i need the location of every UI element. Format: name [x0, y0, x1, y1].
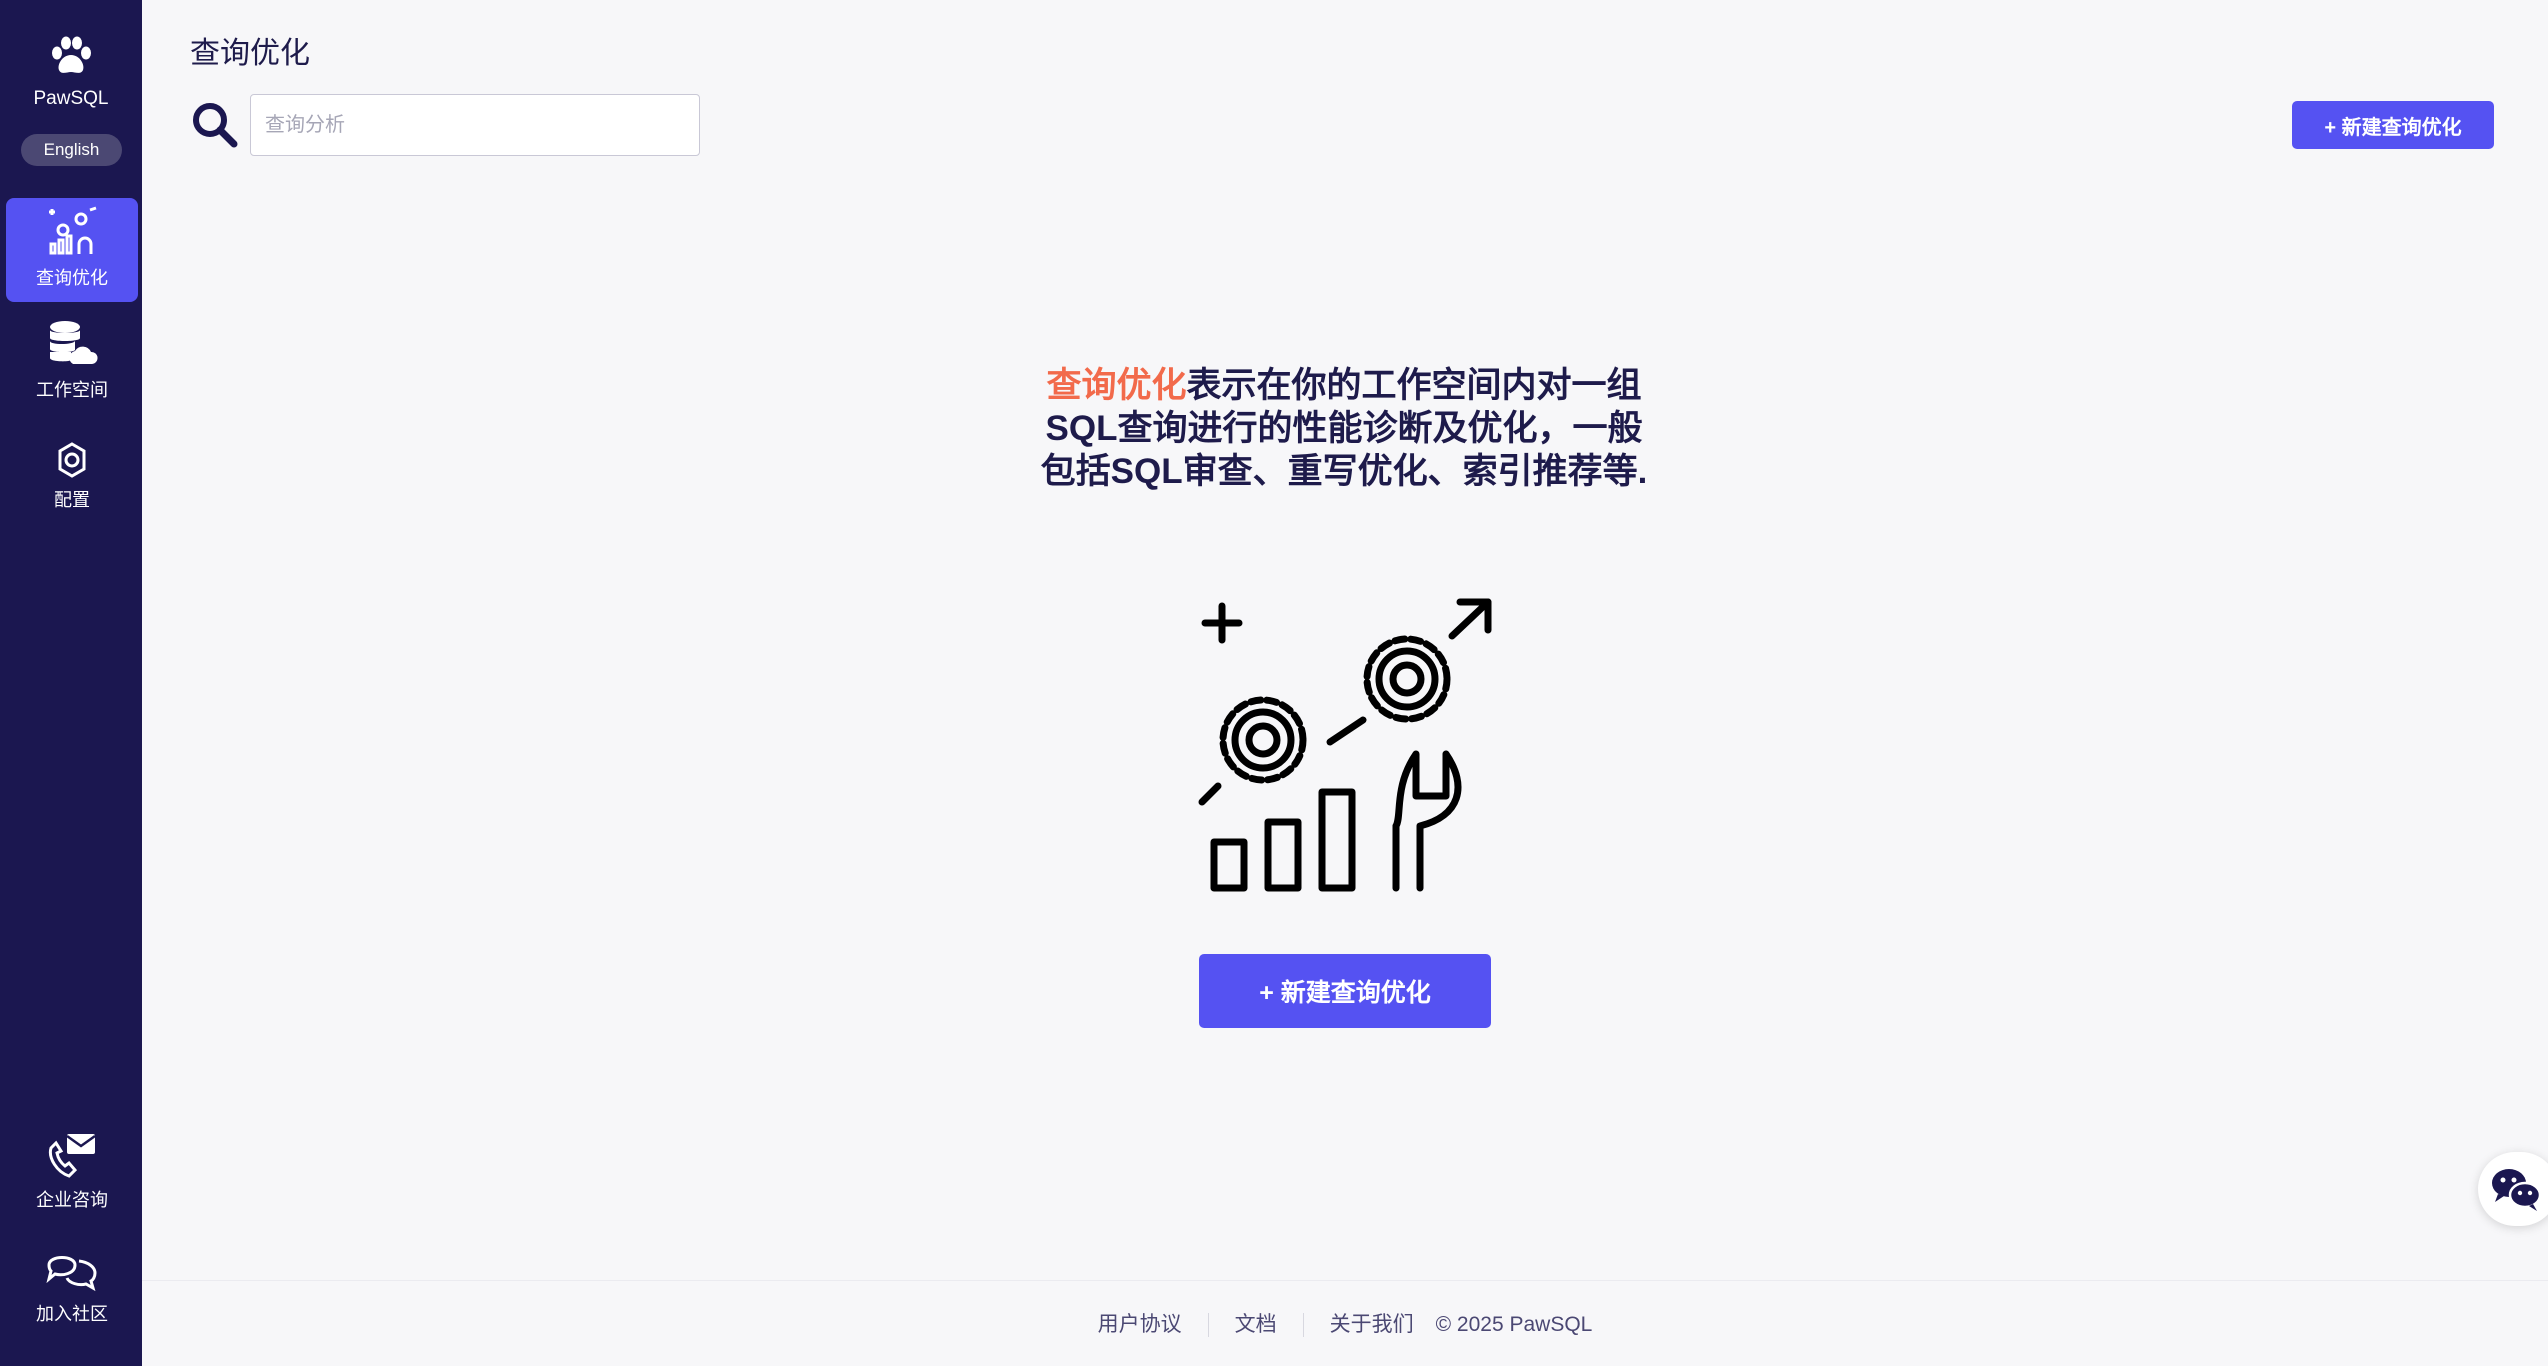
- empty-state-description: 查询优化表示在你的工作空间内对一组SQL查询进行的性能诊断及优化，一般包括SQL…: [1040, 364, 1648, 493]
- app-logo[interactable]: PawSQL: [0, 36, 142, 110]
- copyright: © 2025 PawSQL: [1435, 1313, 1593, 1336]
- footer: 用户协议 文档 关于我们 © 2025 PawSQL: [142, 1308, 2548, 1338]
- footer-link-about-us[interactable]: 关于我们: [1330, 1313, 1414, 1336]
- footer-divider: [142, 1280, 2548, 1281]
- sidebar-item-workspace[interactable]: 工作空间: [6, 318, 138, 408]
- sidebar-item-label: 企业咨询: [36, 1190, 108, 1210]
- wechat-icon: [2492, 1169, 2542, 1211]
- chat-bubbles-icon: [46, 1256, 97, 1292]
- footer-separator: [1302, 1313, 1304, 1338]
- footer-link-docs[interactable]: 文档: [1235, 1313, 1277, 1336]
- wechat-chat-button[interactable]: [2478, 1152, 2548, 1226]
- empty-state-highlight: 查询优化: [1046, 366, 1187, 405]
- database-cloud-icon: [50, 321, 98, 364]
- sidebar-item-label: 工作空间: [36, 380, 108, 400]
- sidebar-item-label: 查询优化: [36, 268, 108, 288]
- create-query-optimization-button[interactable]: + 新建查询优化: [1199, 954, 1491, 1028]
- language-toggle-button[interactable]: English: [21, 134, 122, 166]
- gear-icon: [58, 442, 86, 478]
- page-title: 查询优化: [190, 37, 310, 70]
- paw-icon: [52, 36, 91, 73]
- gears-chart-icon: [49, 206, 97, 255]
- search-input[interactable]: [250, 94, 700, 156]
- sidebar-item-label: 加入社区: [36, 1304, 108, 1324]
- phone-mail-icon: [48, 1134, 96, 1178]
- optimization-illustration: [1198, 598, 1492, 892]
- sidebar-item-join-community[interactable]: 加入社区: [6, 1248, 138, 1338]
- footer-separator: [1207, 1313, 1209, 1338]
- new-query-optimization-button[interactable]: + 新建查询优化: [2292, 101, 2494, 149]
- search-icon[interactable]: [190, 100, 240, 150]
- sidebar-item-label: 配置: [54, 490, 90, 510]
- sidebar-item-enterprise-consulting[interactable]: 企业咨询: [6, 1130, 138, 1220]
- sidebar: PawSQL English 查询优化 工作空间 配置 企业咨询 加入社区: [0, 0, 142, 1366]
- sidebar-item-query-optimization[interactable]: 查询优化: [6, 198, 138, 302]
- app-name: PawSQL: [33, 88, 109, 109]
- sidebar-item-settings[interactable]: 配置: [6, 440, 138, 520]
- footer-link-user-agreement[interactable]: 用户协议: [1098, 1313, 1182, 1336]
